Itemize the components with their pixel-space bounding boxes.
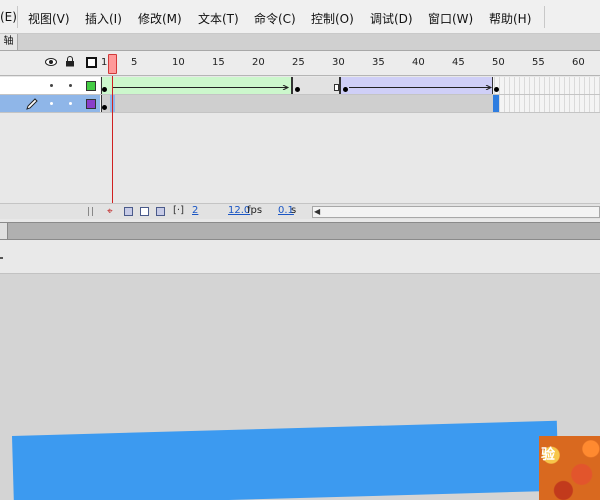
visibility-dot[interactable] xyxy=(50,84,53,87)
menu-separator xyxy=(544,6,545,28)
playhead-handle[interactable] xyxy=(108,54,117,74)
menu-edit[interactable]: (E) xyxy=(0,10,17,24)
show-hide-eye-icon[interactable] xyxy=(45,57,57,67)
timeline-tab[interactable]: 轴 xyxy=(0,34,18,50)
tween-span[interactable] xyxy=(101,77,292,94)
outline-toggle-icon[interactable] xyxy=(86,57,97,68)
menu-separator xyxy=(17,6,18,28)
layer-row[interactable] xyxy=(0,77,100,95)
keyframe[interactable] xyxy=(102,105,107,110)
ruler-label: 55 xyxy=(532,57,545,68)
menu-help[interactable]: 帮助(H) xyxy=(489,10,531,27)
menu-window[interactable]: 窗口(W) xyxy=(428,10,473,27)
ruler-label: 15 xyxy=(212,57,225,68)
tween-span[interactable] xyxy=(340,77,493,94)
layer-row-selected[interactable] xyxy=(0,95,100,113)
horizontal-scrollbar[interactable]: ◀ xyxy=(312,206,600,218)
visibility-dot[interactable] xyxy=(50,102,53,105)
ruler-label: 20 xyxy=(252,57,265,68)
ruler-label: 40 xyxy=(412,57,425,68)
elapsed-time-unit: s xyxy=(291,205,297,216)
ruler-label: 10 xyxy=(172,57,185,68)
layer-color-swatch[interactable] xyxy=(86,99,96,109)
onion-outline-icon[interactable] xyxy=(140,207,149,216)
timeline-panel: 1 5 10 15 20 25 30 35 40 45 50 55 60 ⌖ [… xyxy=(0,51,600,222)
edit-multiple-frames-icon[interactable] xyxy=(156,207,165,216)
tween-arrow-icon xyxy=(349,85,493,90)
panel-title-bar xyxy=(0,222,600,240)
layer-header xyxy=(0,51,100,76)
keyframe[interactable] xyxy=(343,87,348,92)
ruler-label: 5 xyxy=(131,57,138,68)
frame-ruler[interactable]: 1 5 10 15 20 25 30 35 40 45 50 55 60 xyxy=(100,51,600,76)
menu-modify[interactable]: 修改(M) xyxy=(138,10,182,27)
layer-color-swatch[interactable] xyxy=(86,81,96,91)
tween-arrow-icon xyxy=(112,85,290,90)
static-span[interactable] xyxy=(101,95,494,112)
scroll-left-icon[interactable]: ◀ xyxy=(314,207,320,216)
panel-marker xyxy=(0,257,3,259)
keyframe[interactable] xyxy=(494,87,499,92)
frame-row[interactable] xyxy=(100,77,600,95)
watermark-text: 验 xyxy=(541,447,555,463)
lock-icon[interactable] xyxy=(65,56,75,67)
drag-handle-icon[interactable] xyxy=(88,207,93,216)
onion-markers-icon[interactable]: [·] xyxy=(173,205,184,216)
menu-commands[interactable]: 命令(C) xyxy=(254,10,296,27)
frame-rate-unit: fps xyxy=(247,205,263,216)
lock-dot[interactable] xyxy=(69,102,72,105)
static-span[interactable] xyxy=(292,77,340,94)
keyframe[interactable] xyxy=(102,87,107,92)
frame-row[interactable] xyxy=(100,95,600,113)
panel-tab[interactable] xyxy=(0,223,8,239)
playhead-line xyxy=(112,76,113,207)
ruler-label: 25 xyxy=(292,57,305,68)
menu-view[interactable]: 视图(V) xyxy=(28,10,70,27)
menu-debug[interactable]: 调试(D) xyxy=(370,10,413,27)
ruler-label: 45 xyxy=(452,57,465,68)
menu-insert[interactable]: 插入(I) xyxy=(85,10,122,27)
end-frame-icon xyxy=(334,84,339,91)
center-frame-icon[interactable]: ⌖ xyxy=(107,206,113,217)
menu-control[interactable]: 控制(O) xyxy=(311,10,354,27)
pencil-icon xyxy=(26,98,38,110)
selected-frame[interactable] xyxy=(493,95,499,112)
menu-bar: (E) 视图(V) 插入(I) 修改(M) 文本(T) 命令(C) 控制(O) … xyxy=(0,0,600,34)
ruler-label: 35 xyxy=(372,57,385,68)
timeline-status-bar: ⌖ [·] 2 12.0 fps 0.1 s ◀ xyxy=(0,203,600,219)
ruler-label: 50 xyxy=(492,57,505,68)
ruler-label: 60 xyxy=(572,57,585,68)
keyframe[interactable] xyxy=(295,87,300,92)
menu-text[interactable]: 文本(T) xyxy=(198,10,239,27)
onion-skin-icon[interactable] xyxy=(124,207,133,216)
ruler-label: 1 xyxy=(101,57,108,68)
timeline-tab-bar: 轴 xyxy=(0,34,600,51)
lock-dot[interactable] xyxy=(69,84,72,87)
current-frame-value[interactable]: 2 xyxy=(192,205,198,216)
ruler-label: 30 xyxy=(332,57,345,68)
panel-toolbar xyxy=(0,240,600,274)
